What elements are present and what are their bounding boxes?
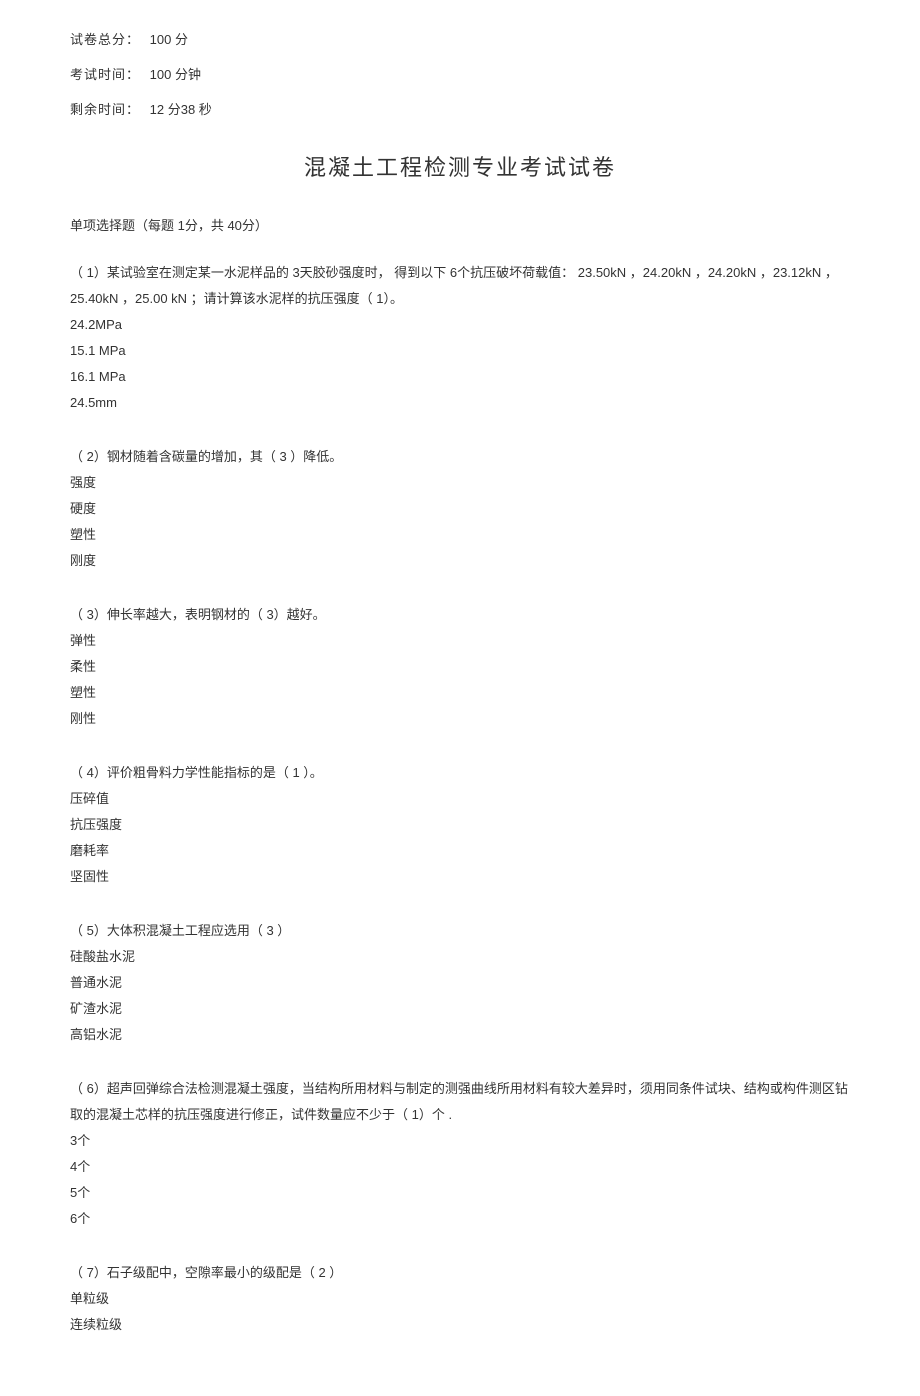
total-score-label: 试卷总分： [70,32,140,47]
question-option: 24.5mm [70,390,850,416]
exam-time-value: 100 分钟 [150,67,201,82]
question-2: （ 2）钢材随着含碳量的增加，其（ 3 ）降低。 强度 硬度 塑性 刚度 [70,444,850,574]
question-option: 矿渣水泥 [70,996,850,1022]
total-score-value: 100 分 [150,32,188,47]
question-1: （ 1）某试验室在测定某一水泥样品的 3天胶砂强度时， 得到以下 6个抗压破坏荷… [70,260,850,416]
question-option: 连续粒级 [70,1312,850,1338]
question-option: 硬度 [70,496,850,522]
question-option: 塑性 [70,522,850,548]
question-option: 抗压强度 [70,812,850,838]
question-option: 柔性 [70,654,850,680]
question-text: （ 5）大体积混凝土工程应选用（ 3 ） [70,918,850,944]
question-option: 4个 [70,1154,850,1180]
exam-title: 混凝土工程检测专业考试试卷 [70,150,850,185]
remain-time-line: 剩余时间： 12 分38 秒 [70,100,850,121]
question-4: （ 4）评价粗骨料力学性能指标的是（ 1 ）。 压碎值 抗压强度 磨耗率 坚固性 [70,760,850,890]
question-option: 强度 [70,470,850,496]
question-option: 弹性 [70,628,850,654]
question-text: （ 2）钢材随着含碳量的增加，其（ 3 ）降低。 [70,444,850,470]
question-option: 15.1 MPa [70,338,850,364]
question-option: 24.2MPa [70,312,850,338]
remain-time-label: 剩余时间： [70,102,140,117]
question-text: （ 7）石子级配中，空隙率最小的级配是（ 2 ） [70,1260,850,1286]
question-5: （ 5）大体积混凝土工程应选用（ 3 ） 硅酸盐水泥 普通水泥 矿渣水泥 高铝水… [70,918,850,1048]
question-text: （ 1）某试验室在测定某一水泥样品的 3天胶砂强度时， 得到以下 6个抗压破坏荷… [70,260,850,312]
question-option: 压碎值 [70,786,850,812]
question-option: 塑性 [70,680,850,706]
question-3: （ 3）伸长率越大，表明钢材的（ 3）越好。 弹性 柔性 塑性 刚性 [70,602,850,732]
question-option: 单粒级 [70,1286,850,1312]
question-option: 硅酸盐水泥 [70,944,850,970]
question-text: （ 4）评价粗骨料力学性能指标的是（ 1 ）。 [70,760,850,786]
question-option: 6个 [70,1206,850,1232]
question-text: （ 3）伸长率越大，表明钢材的（ 3）越好。 [70,602,850,628]
question-option: 刚性 [70,706,850,732]
section-header: 单项选择题（每题 1分，共 40分） [70,216,850,237]
total-score-line: 试卷总分： 100 分 [70,30,850,51]
question-7: （ 7）石子级配中，空隙率最小的级配是（ 2 ） 单粒级 连续粒级 [70,1260,850,1338]
question-option: 刚度 [70,548,850,574]
remain-time-value: 12 分38 秒 [150,102,212,117]
question-text: （ 6）超声回弹综合法检测混凝土强度，当结构所用材料与制定的测强曲线所用材料有较… [70,1076,850,1128]
exam-time-line: 考试时间： 100 分钟 [70,65,850,86]
question-option: 16.1 MPa [70,364,850,390]
question-option: 坚固性 [70,864,850,890]
question-6: （ 6）超声回弹综合法检测混凝土强度，当结构所用材料与制定的测强曲线所用材料有较… [70,1076,850,1232]
question-option: 5个 [70,1180,850,1206]
exam-time-label: 考试时间： [70,67,140,82]
question-option: 磨耗率 [70,838,850,864]
question-option: 高铝水泥 [70,1022,850,1048]
question-option: 3个 [70,1128,850,1154]
question-option: 普通水泥 [70,970,850,996]
